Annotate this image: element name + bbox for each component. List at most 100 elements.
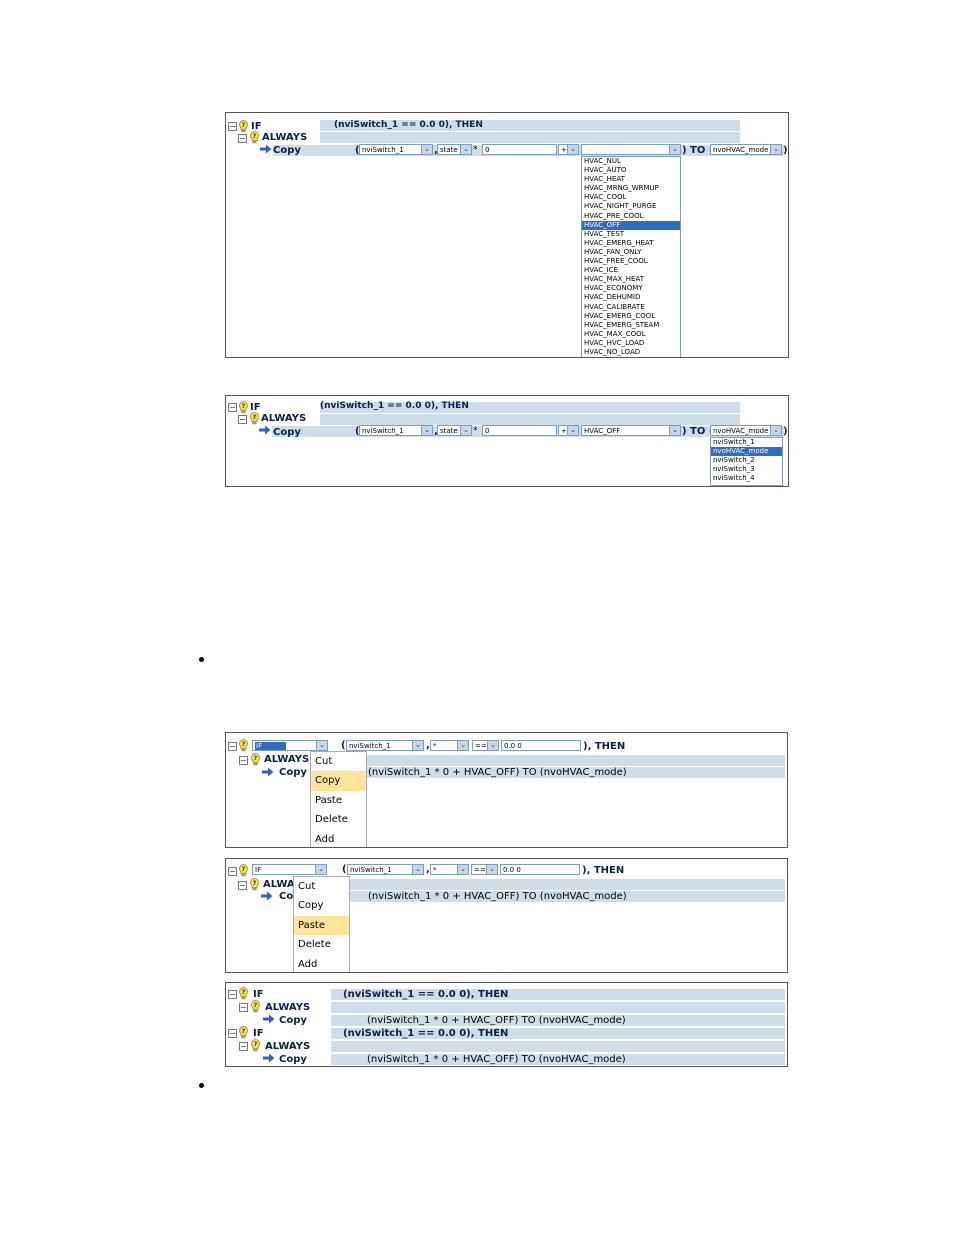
context-menu-item[interactable]: Delete (311, 810, 366, 829)
copy-keyword[interactable]: Co (279, 890, 293, 903)
context-menu-item[interactable]: Paste (294, 915, 349, 936)
dropdown-option[interactable]: nviSwitch_3 (711, 465, 782, 474)
operator-select[interactable]: == ⌄ (472, 740, 499, 751)
chevron-down-icon[interactable]: ⌄ (567, 426, 578, 435)
operator-select[interactable]: == ⌄ (471, 864, 498, 875)
variable-select[interactable]: nviSwitch_1 ⌄ (359, 425, 433, 436)
dropdown-option[interactable]: HVAC_NO_LOAD (582, 348, 680, 357)
chevron-down-icon[interactable]: ⌄ (486, 865, 497, 874)
collapse-minus-icon[interactable]: − (228, 990, 237, 999)
collapse-minus-icon[interactable]: − (228, 122, 237, 131)
collapse-minus-icon[interactable]: − (238, 881, 247, 890)
dropdown-option[interactable]: HVAC_HEAT (582, 175, 680, 184)
copy-keyword[interactable]: Copy (273, 144, 301, 157)
dropdown-option[interactable]: HVAC_TEST (582, 230, 680, 239)
chevron-down-icon[interactable]: ⌄ (770, 426, 781, 435)
chevron-down-icon[interactable]: ⌄ (669, 145, 680, 154)
action-expression[interactable]: (nviSwitch_1 * 0 + HVAC_OFF) TO (nvoHVAC… (368, 890, 627, 903)
context-menu-item[interactable]: Add (294, 955, 349, 972)
dropdown-option[interactable]: nviSwitch_4 (711, 474, 782, 483)
copy-keyword[interactable]: Copy (279, 1053, 307, 1066)
chevron-down-icon[interactable]: ⌄ (315, 865, 326, 874)
dropdown-option[interactable]: HVAC_MAX_HEAT (582, 275, 680, 284)
always-keyword[interactable]: ALWAYS (262, 131, 307, 144)
dropdown-option[interactable]: HVAC_MAX_COOL (582, 330, 680, 339)
statement-type-select[interactable]: IF ⌄ (252, 740, 328, 751)
dropdown-option[interactable]: HVAC_PRE_COOL (582, 212, 680, 221)
number-input[interactable]: 0.0 0 (501, 740, 581, 751)
collapse-minus-icon[interactable]: − (228, 742, 237, 751)
number-input[interactable]: 0 (482, 425, 557, 436)
context-menu[interactable]: Cut Copy Paste Delete Add (293, 876, 350, 972)
dropdown-option[interactable]: HVAC_FREE_COOL (582, 257, 680, 266)
field-select[interactable]: state ⌄ (437, 144, 472, 155)
dropdown-option[interactable]: nviSwitch_2 (711, 456, 782, 465)
dropdown-option[interactable]: HVAC_NIGHT_PURGE (582, 202, 680, 211)
variable-select[interactable]: nviSwitch_1 ⌄ (347, 864, 424, 875)
target-select[interactable]: nvoHVAC_mode ⌄ (710, 425, 782, 436)
chevron-down-icon[interactable]: ⌄ (412, 865, 423, 874)
chevron-down-icon[interactable]: ⌄ (421, 426, 432, 435)
number-input[interactable]: 0.0 0 (500, 864, 580, 875)
condition-text[interactable]: (nviSwitch_1 == 0.0 0), THEN (343, 988, 508, 1001)
context-menu-item[interactable]: Copy (294, 896, 349, 915)
chevron-down-icon[interactable]: ⌄ (460, 426, 471, 435)
dropdown-option[interactable]: nviSwitch_1 (711, 438, 782, 447)
condition-text[interactable]: (nviSwitch_1 == 0.0 0), THEN (320, 400, 469, 413)
collapse-minus-icon[interactable]: − (228, 403, 237, 412)
action-expression[interactable]: (nviSwitch_1 * 0 + HVAC_OFF) TO (nvoHVAC… (367, 1014, 626, 1027)
chevron-down-icon[interactable]: ⌄ (770, 145, 781, 154)
statement-type-select[interactable]: IF ⌄ (252, 864, 327, 875)
context-menu[interactable]: Cut Copy Paste Delete Add (310, 751, 367, 847)
condition-text[interactable]: (nviSwitch_1 == 0.0 0), THEN (343, 1027, 508, 1040)
always-keyword[interactable]: ALWAYS (265, 1040, 310, 1053)
context-menu-item[interactable]: Cut (294, 877, 349, 896)
context-menu-item[interactable]: Paste (311, 791, 366, 810)
dropdown-option[interactable]: nvoHVAC_mode (711, 447, 782, 457)
context-menu-item[interactable]: Copy (311, 771, 366, 791)
always-keyword[interactable]: ALWAYS (265, 1001, 310, 1014)
dropdown-option[interactable]: HVAC_COOL (582, 193, 680, 202)
number-input[interactable]: 0 (482, 144, 557, 155)
dropdown-option[interactable]: HVAC_EMERG_HEAT (582, 239, 680, 248)
collapse-minus-icon[interactable]: − (238, 134, 247, 143)
collapse-minus-icon[interactable]: − (239, 1042, 248, 1051)
context-menu-item[interactable]: Cut (311, 752, 366, 771)
variable-select[interactable]: nviSwitch_1 ⌄ (359, 144, 433, 155)
dropdown-option[interactable]: HVAC_EMERG_STEAM (582, 321, 680, 330)
collapse-minus-icon[interactable]: − (238, 415, 247, 424)
dropdown-option[interactable]: HVAC_AUTO (582, 166, 680, 175)
operator-select[interactable]: + ⌄ (558, 144, 579, 155)
chevron-down-icon[interactable]: ⌄ (457, 741, 468, 750)
dropdown-option[interactable]: HVAC_MRNG_WRMUP (582, 184, 680, 193)
chevron-down-icon[interactable]: ⌄ (421, 145, 432, 154)
dropdown-option[interactable]: HVAC_HVC_LOAD (582, 339, 680, 348)
copy-keyword[interactable]: Copy (279, 766, 307, 779)
collapse-minus-icon[interactable]: − (228, 867, 237, 876)
collapse-minus-icon[interactable]: − (239, 756, 248, 765)
collapse-minus-icon[interactable]: − (228, 1029, 237, 1038)
dropdown-option[interactable]: HVAC_ECONOMY (582, 284, 680, 293)
action-expression[interactable]: (nviSwitch_1 * 0 + HVAC_OFF) TO (nvoHVAC… (367, 1053, 626, 1066)
always-keyword[interactable]: ALWAYS (261, 412, 306, 425)
always-keyword[interactable]: ALWAYS (264, 753, 309, 766)
copy-keyword[interactable]: Copy (279, 1014, 307, 1027)
field-select[interactable]: * ⌄ (430, 740, 469, 751)
chevron-down-icon[interactable]: ⌄ (460, 145, 471, 154)
chevron-down-icon[interactable]: ⌄ (487, 741, 498, 750)
field-select[interactable]: * ⌄ (430, 864, 469, 875)
dropdown-option[interactable]: HVAC_ICE (582, 266, 680, 275)
variable-select[interactable]: nviSwitch_1 ⌄ (346, 740, 424, 751)
field-select[interactable]: state ⌄ (437, 425, 472, 436)
copy-keyword[interactable]: Copy (273, 426, 301, 439)
value-dropdown-list[interactable]: HVAC_NUL HVAC_AUTO HVAC_HEAT HVAC_MRNG_WRMU… (581, 156, 681, 357)
target-select[interactable]: nvoHVAC_mode ⌄ (710, 144, 782, 155)
value-select[interactable]: HVAC_OFF ⌄ (581, 425, 681, 436)
dropdown-option[interactable]: HVAC_OFF (582, 220, 680, 230)
dropdown-option[interactable]: HVAC_EMERG_COOL (582, 312, 680, 321)
chevron-down-icon[interactable]: ⌄ (316, 741, 327, 750)
dropdown-option[interactable]: HVAC_NUL (582, 157, 680, 166)
chevron-down-icon[interactable]: ⌄ (457, 865, 468, 874)
dropdown-option[interactable]: HVAC_CALIBRATE (582, 303, 680, 312)
context-menu-item[interactable]: Add (311, 830, 366, 847)
